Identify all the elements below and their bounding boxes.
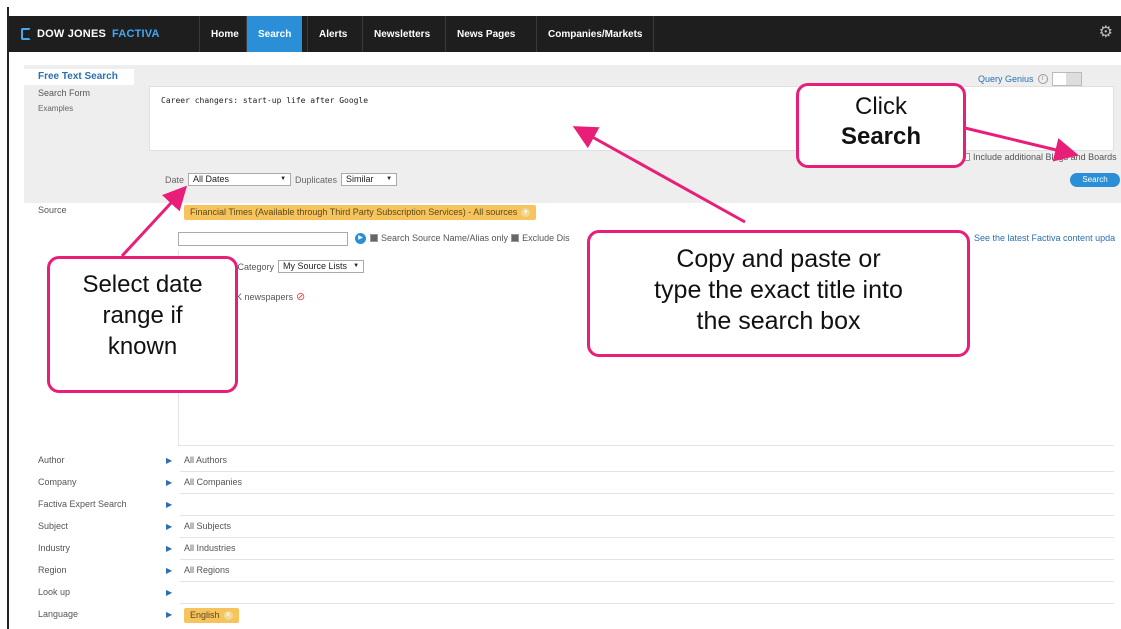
callout-click-search: Click Search <box>796 83 966 168</box>
expand-arrow-icon[interactable]: ▶ <box>166 522 172 531</box>
author-value[interactable]: All Authors <box>184 455 227 465</box>
dropdown-icon[interactable]: ▾ <box>521 208 531 217</box>
search-names-checkbox[interactable] <box>370 234 378 242</box>
date-duplicates-row: Date All Dates ▼ Duplicates Similar ▼ <box>165 173 398 186</box>
language-chip-label: English <box>190 610 220 620</box>
divider <box>180 603 1114 604</box>
industry-label: Industry <box>38 543 71 553</box>
info-icon[interactable]: i <box>1037 74 1048 84</box>
source-label: Source <box>38 205 67 215</box>
lookup-label: Look up <box>38 587 71 597</box>
expert-search-label: Factiva Expert Search <box>38 499 127 509</box>
callout-copy-line1: Copy and paste or <box>676 245 881 273</box>
divider <box>180 581 1114 582</box>
callout-click-line1: Click <box>855 93 907 120</box>
source-options: Search Source Name/Alias only Exclude Di… <box>370 233 570 243</box>
query-genius: Query Genius i <box>978 72 1082 86</box>
duplicates-select-value: Similar <box>346 174 374 184</box>
divider <box>180 471 1114 472</box>
exclude-checkbox[interactable] <box>511 234 520 242</box>
category-select-value: My Source Lists <box>283 261 348 271</box>
brand-name: DOW JONES <box>37 28 107 40</box>
search-mode-menu: Free Text Search Search Form Examples <box>24 69 134 117</box>
category-row: e Category My Source Lists ▼ <box>230 260 365 273</box>
region-value[interactable]: All Regions <box>184 565 230 575</box>
divider <box>180 493 1114 494</box>
subject-label: Subject <box>38 521 69 531</box>
expand-arrow-icon[interactable]: ▶ <box>166 588 172 597</box>
include-blogs-option[interactable]: Include additional Blogs and Boards <box>962 152 1117 162</box>
source-list-item[interactable]: K newspapers ⊘ <box>236 290 305 303</box>
include-blogs-label: Include additional Blogs and Boards <box>973 152 1117 162</box>
callout-select-date: Select date range if known <box>47 256 238 393</box>
expand-arrow-icon[interactable]: ▶ <box>166 610 172 619</box>
exclude-icon[interactable]: ⊘ <box>296 290 305 303</box>
source-chip[interactable]: Financial Times (Available through Third… <box>184 205 537 220</box>
callout-date-line3: known <box>107 333 178 360</box>
factiva-logo-icon <box>21 28 31 40</box>
date-label: Date <box>165 174 185 185</box>
expand-arrow-icon[interactable]: ▶ <box>166 478 172 487</box>
industry-value[interactable]: All Industries <box>184 543 236 553</box>
expand-arrow-icon[interactable]: ▶ <box>166 500 172 509</box>
category-select[interactable]: My Source Lists ▼ <box>278 260 365 273</box>
company-label: Company <box>38 477 77 487</box>
callout-date-line2: range if <box>102 302 183 329</box>
divider <box>180 559 1114 560</box>
date-select[interactable]: All Dates ▼ <box>188 173 292 186</box>
expand-arrow-icon[interactable]: ▶ <box>166 544 172 553</box>
latest-content-link[interactable]: See the latest Factiva content upda <box>974 233 1115 243</box>
tab-alerts[interactable]: Alerts <box>307 16 358 52</box>
search-form-link[interactable]: Search Form <box>24 85 134 101</box>
query-genius-toggle[interactable] <box>1051 72 1082 86</box>
divider <box>180 537 1114 538</box>
duplicates-label: Duplicates <box>295 174 338 185</box>
language-label: Language <box>38 609 79 619</box>
query-genius-label: Query Genius <box>978 74 1034 84</box>
date-select-value: All Dates <box>193 174 230 184</box>
tab-home[interactable]: Home <box>199 16 250 52</box>
remove-icon[interactable]: ✕ <box>223 611 233 620</box>
subject-value[interactable]: All Subjects <box>184 521 231 531</box>
source-list-item-label: K newspapers <box>236 291 294 302</box>
search-names-label: Search Source Name/Alias only <box>381 233 509 243</box>
callout-date-line1: Select date <box>82 271 203 298</box>
examples-link[interactable]: Examples <box>24 101 134 117</box>
tab-companies-markets[interactable]: Companies/Markets <box>536 16 655 52</box>
tab-search[interactable]: Search <box>246 16 303 52</box>
gear-icon[interactable]: ⚙ <box>1099 25 1113 41</box>
chevron-down-icon: ▼ <box>353 263 360 269</box>
callout-copy-line2: type the exact title into <box>654 276 903 304</box>
duplicates-select[interactable]: Similar ▼ <box>341 173 398 186</box>
tab-news-pages[interactable]: News Pages <box>445 16 526 52</box>
source-go-button[interactable]: ▶ <box>355 233 366 244</box>
language-chip[interactable]: English ✕ <box>184 608 239 623</box>
company-value[interactable]: All Companies <box>184 477 242 487</box>
tab-newsletters[interactable]: Newsletters <box>362 16 441 52</box>
expand-arrow-icon[interactable]: ▶ <box>166 456 172 465</box>
source-chip-label: Financial Times (Available through Third… <box>190 207 518 217</box>
author-label: Author <box>38 455 65 465</box>
exclude-label: Exclude Dis <box>522 233 570 243</box>
search-button[interactable]: Search <box>1070 173 1120 187</box>
chevron-down-icon: ▼ <box>386 176 393 182</box>
callout-click-line2: Search <box>840 123 922 150</box>
expand-arrow-icon[interactable]: ▶ <box>166 566 172 575</box>
free-text-search-link[interactable]: Free Text Search <box>24 69 134 85</box>
region-label: Region <box>38 565 67 575</box>
divider <box>180 515 1114 516</box>
callout-copy-paste: Copy and paste or type the exact title i… <box>587 230 970 357</box>
source-search-input[interactable] <box>178 232 348 246</box>
callout-copy-line3: the search box <box>696 307 861 335</box>
brand-logo[interactable]: DOW JONES FACTIVA <box>21 16 160 52</box>
brand-name-accent: FACTIVA <box>112 28 160 40</box>
free-text-query-input[interactable]: Career changers: start-up life after Goo… <box>149 86 1114 151</box>
chevron-down-icon: ▼ <box>280 176 287 182</box>
top-nav: DOW JONES FACTIVA Home Search Alerts New… <box>9 16 1121 52</box>
